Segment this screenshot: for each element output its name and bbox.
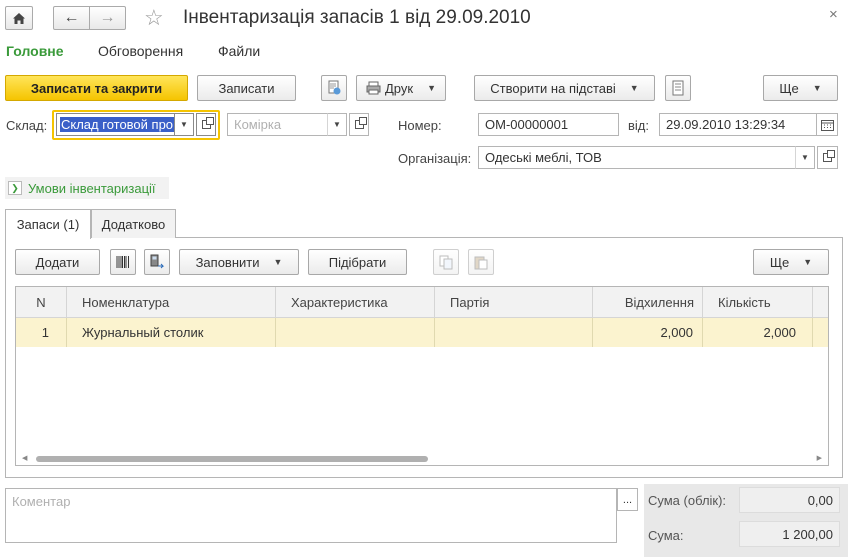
organization-field[interactable]: Одеські меблі, ТОВ [478, 146, 796, 169]
cell-dropdown-button[interactable]: ▼ [327, 113, 347, 136]
table-more-button[interactable]: Ще ▼ [753, 249, 829, 275]
calendar-icon [820, 119, 834, 131]
tab-stocks[interactable]: Запаси (1) [5, 209, 91, 239]
column-header-quantity[interactable]: Кількість [703, 287, 813, 318]
create-based-on-button[interactable]: Створити на підставі ▼ [474, 75, 655, 101]
date-field[interactable]: 29.09.2010 13:29:34 [659, 113, 817, 136]
doc-structure-icon [328, 80, 341, 95]
cell-filler [813, 318, 828, 347]
arrow-left-icon: ← [63, 9, 80, 26]
copy-icon [439, 255, 453, 269]
sum-account-label: Сума (облік): [648, 493, 727, 508]
print-button[interactable]: Друк ▼ [356, 75, 446, 101]
totals-panel: Сума (облік): 0,00 Сума: 1 200,00 [644, 484, 848, 557]
warehouse-dropdown-button[interactable]: ▼ [174, 113, 194, 136]
chevron-down-icon: ▼ [180, 120, 188, 129]
nav-tab-files[interactable]: Файли [218, 43, 260, 59]
close-icon[interactable]: × [829, 6, 838, 23]
add-row-button[interactable]: Додати [15, 249, 100, 275]
chevron-down-icon: ▼ [273, 257, 283, 267]
column-header-batch[interactable]: Партія [435, 287, 593, 318]
cell-nomenclature: Журнальный столик [67, 318, 276, 347]
report-button[interactable] [665, 75, 691, 101]
sum-account-value: 0,00 [739, 487, 840, 513]
scrollbar-thumb[interactable] [36, 456, 428, 462]
chevron-down-icon: ▼ [801, 153, 809, 162]
window-title: Інвентаризація запасів 1 від 29.09.2010 [183, 7, 531, 28]
home-icon [13, 12, 25, 24]
column-header-deviation[interactable]: Відхилення [593, 287, 703, 318]
paste-button[interactable] [468, 249, 494, 275]
chevron-down-icon: ▼ [629, 83, 639, 93]
save-and-close-button[interactable]: Записати та закрити [5, 75, 188, 101]
chevron-down-icon: ▼ [803, 257, 813, 267]
cell-quantity: 2,000 [703, 318, 813, 347]
report-icon [672, 80, 684, 96]
document-structure-button[interactable] [321, 75, 347, 101]
horizontal-scrollbar[interactable]: ◀ ▶ [16, 453, 828, 465]
tab-additional[interactable]: Додатково [91, 209, 176, 238]
column-header-characteristic[interactable]: Характеристика [276, 287, 435, 318]
favorite-star-icon[interactable]: ☆ [144, 6, 164, 30]
fill-button[interactable]: Заповнити ▼ [179, 249, 299, 275]
warehouse-open-button[interactable] [196, 113, 216, 136]
comment-expand-button[interactable]: ... [617, 488, 638, 511]
sum-value: 1 200,00 [739, 521, 840, 547]
cell-open-button[interactable] [349, 113, 369, 136]
sum-label: Сума: [648, 528, 684, 543]
barcode-icon [116, 256, 129, 268]
open-window-icon [201, 117, 214, 129]
cell-characteristic [276, 318, 435, 347]
cell-deviation: 2,000 [593, 318, 703, 347]
organization-open-button[interactable] [817, 146, 838, 169]
comment-field[interactable]: Коментар [5, 488, 617, 543]
cell-batch [435, 318, 593, 347]
back-button[interactable]: ← [53, 6, 90, 30]
number-label: Номер: [398, 118, 442, 133]
conditions-link: Умови інвентаризації [28, 180, 156, 196]
paste-icon [474, 256, 488, 269]
conditions-group[interactable]: ❯ Умови інвентаризації [5, 177, 169, 199]
cell-field[interactable]: Комірка [227, 113, 328, 136]
home-button[interactable] [5, 6, 33, 30]
cell-n: 1 [16, 318, 67, 347]
barcode-button[interactable] [110, 249, 136, 275]
arrow-right-icon: → [99, 9, 116, 26]
printer-icon [366, 81, 381, 95]
column-header-nomenclature[interactable]: Номенклатура [67, 287, 276, 318]
column-header-n[interactable]: N [16, 287, 67, 318]
chevron-down-icon: ▼ [427, 83, 436, 93]
stocks-table[interactable]: N Номенклатура Характеристика Партія Від… [15, 286, 829, 466]
organization-dropdown-button[interactable]: ▼ [795, 146, 815, 169]
open-window-icon [354, 117, 367, 129]
organization-label: Організація: [398, 151, 472, 166]
forward-button[interactable]: → [89, 6, 126, 30]
scanner-button[interactable] [144, 249, 170, 275]
chevron-down-icon: ▼ [333, 120, 341, 129]
scroll-right-icon[interactable]: ▶ [817, 454, 822, 462]
warehouse-field[interactable]: Склад готовой про [56, 113, 175, 136]
chevron-down-icon: ▼ [812, 83, 822, 93]
chevron-right-icon: ❯ [8, 181, 22, 195]
nav-tab-main[interactable]: Головне [6, 43, 64, 59]
date-label: від: [628, 118, 649, 133]
open-window-icon [823, 150, 835, 162]
save-button[interactable]: Записати [197, 75, 296, 101]
copy-button[interactable] [433, 249, 459, 275]
more-button[interactable]: Ще ▼ [763, 75, 838, 101]
calendar-button[interactable] [816, 113, 838, 136]
pick-button[interactable]: Підібрати [308, 249, 407, 275]
scroll-left-icon[interactable]: ◀ [22, 454, 27, 462]
number-field[interactable]: ОМ-00000001 [478, 113, 619, 136]
scanner-icon [150, 254, 165, 269]
column-header-filler [813, 287, 828, 318]
nav-tab-discussion[interactable]: Обговорення [98, 43, 183, 59]
warehouse-label: Склад: [6, 118, 48, 133]
